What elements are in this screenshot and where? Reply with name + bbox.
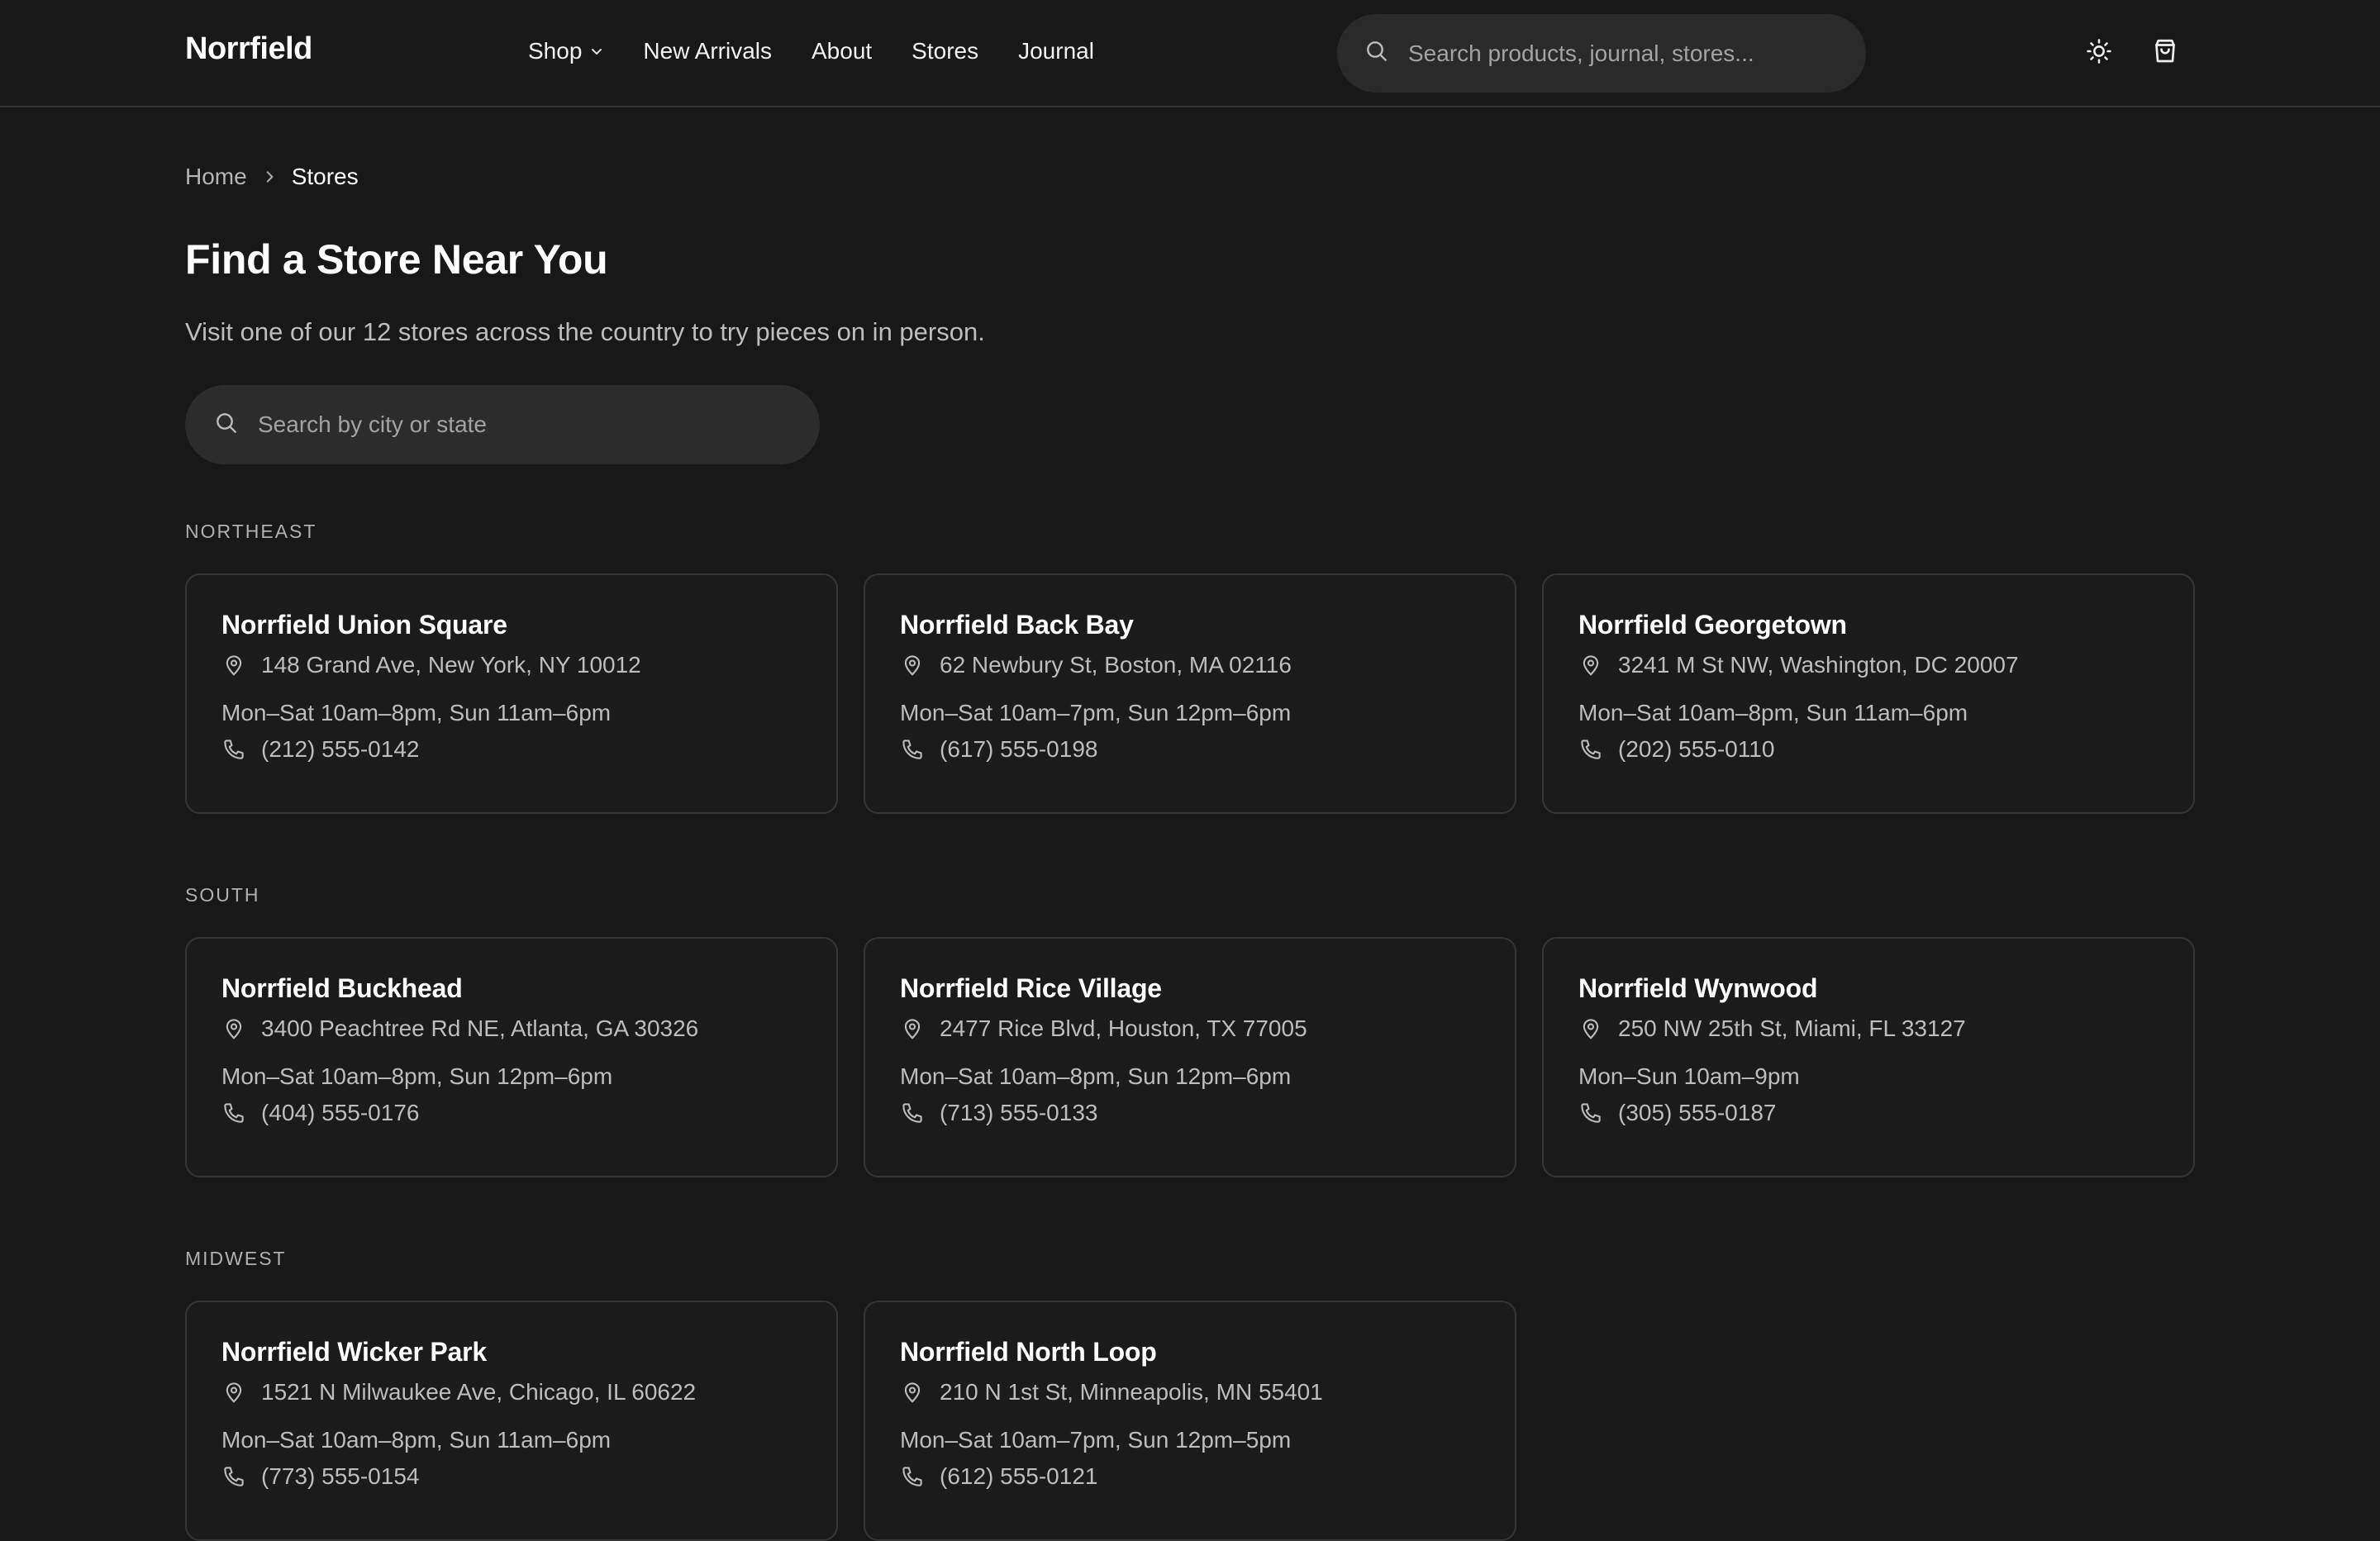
store-name: Norrfield Rice Village: [900, 973, 1162, 1003]
chevron-down-icon: [590, 45, 603, 58]
map-pin-icon: [221, 1380, 250, 1405]
store-phone[interactable]: (305) 555-0187: [1618, 1100, 1776, 1126]
store-search[interactable]: [185, 385, 820, 464]
region-label-northeast: NORTHEAST: [185, 521, 317, 542]
global-search[interactable]: [1337, 14, 1866, 93]
store-hours: Mon–Sat 10am–7pm, Sun 12pm–5pm: [900, 1427, 1292, 1453]
store-card[interactable]: Norrfield Union Square 148 Grand Ave, Ne…: [185, 573, 838, 814]
store-address: 250 NW 25th St, Miami, FL 33127: [1618, 1015, 1966, 1041]
store-name: Norrfield Georgetown: [1578, 610, 1847, 640]
store-phone[interactable]: (773) 555-0154: [261, 1463, 419, 1490]
store-hours: Mon–Sat 10am–8pm, Sun 11am–6pm: [221, 700, 612, 725]
store-address: 3400 Peachtree Rd NE, Atlanta, GA 30326: [261, 1015, 699, 1041]
nav-item-label: About: [812, 38, 873, 64]
phone-icon: [221, 1464, 250, 1489]
map-pin-icon: [221, 653, 250, 678]
store-card[interactable]: Norrfield Buckhead 3400 Peachtree Rd NE,…: [185, 937, 838, 1177]
store-address: 3241 M St NW, Washington, DC 20007: [1618, 652, 2019, 678]
store-name: Norrfield North Loop: [900, 1337, 1157, 1367]
region-label-south: SOUTH: [185, 884, 260, 906]
phone-icon: [900, 1101, 928, 1125]
store-phone[interactable]: (212) 555-0142: [261, 736, 419, 763]
store-card[interactable]: Norrfield North Loop 210 N 1st St, Minne…: [864, 1301, 1516, 1541]
store-address: 1521 N Milwaukee Ave, Chicago, IL 60622: [261, 1379, 697, 1405]
store-name: Norrfield Back Bay: [900, 610, 1134, 640]
nav-item-label: New Arrivals: [643, 38, 772, 64]
store-name: Norrfield Union Square: [221, 610, 507, 640]
cart-button[interactable]: [2149, 36, 2182, 69]
map-pin-icon: [221, 1016, 250, 1041]
phone-icon: [1578, 737, 1606, 762]
store-name: Norrfield Wicker Park: [221, 1337, 487, 1367]
store-card[interactable]: Norrfield Wicker Park 1521 N Milwaukee A…: [185, 1301, 838, 1541]
logo[interactable]: Norrfield: [185, 31, 312, 67]
breadcrumb-current: Stores: [291, 164, 359, 189]
store-card[interactable]: Norrfield Rice Village 2477 Rice Blvd, H…: [864, 937, 1516, 1177]
store-hours: Mon–Sat 10am–8pm, Sun 12pm–6pm: [900, 1063, 1292, 1089]
phone-icon: [221, 1101, 250, 1125]
nav-item-label: Shop: [528, 38, 583, 64]
shopping-bag-icon: [2150, 36, 2180, 70]
search-icon: [213, 410, 240, 440]
store-name: Norrfield Wynwood: [1578, 973, 1818, 1003]
breadcrumb-home-link[interactable]: Home: [185, 164, 247, 190]
sun-icon: [2085, 37, 2113, 69]
nav-item-label: Stores: [912, 38, 979, 64]
map-pin-icon: [1578, 653, 1606, 678]
store-address: 210 N 1st St, Minneapolis, MN 55401: [940, 1379, 1323, 1405]
store-address: 2477 Rice Blvd, Houston, TX 77005: [940, 1015, 1307, 1041]
store-hours: Mon–Sat 10am–8pm, Sun 12pm–6pm: [221, 1063, 613, 1089]
store-card[interactable]: Norrfield Georgetown 3241 M St NW, Washi…: [1542, 573, 2195, 814]
map-pin-icon: [900, 1016, 928, 1041]
nav-item-shop[interactable]: Shop: [528, 38, 603, 64]
phone-icon: [900, 737, 928, 762]
map-pin-icon: [900, 653, 928, 678]
store-address: 62 Newbury St, Boston, MA 02116: [940, 652, 1292, 678]
store-card[interactable]: Norrfield Back Bay 62 Newbury St, Boston…: [864, 573, 1516, 814]
search-icon: [1364, 38, 1390, 69]
theme-toggle-button[interactable]: [2082, 36, 2116, 69]
store-hours: Mon–Sat 10am–8pm, Sun 11am–6pm: [1578, 700, 1968, 725]
phone-icon: [1578, 1101, 1606, 1125]
store-card[interactable]: Norrfield Wynwood 250 NW 25th St, Miami,…: [1542, 937, 2195, 1177]
main-nav: Shop New Arrivals About Stores Journal: [528, 38, 1134, 64]
site-header: Norrfield Shop New Arrivals About Stores…: [0, 0, 2380, 107]
nav-item-about[interactable]: About: [812, 38, 872, 64]
page-title: Find a Store Near You: [185, 236, 608, 283]
map-pin-icon: [1578, 1016, 1606, 1041]
store-phone[interactable]: (404) 555-0176: [261, 1100, 419, 1126]
region-label-midwest: MIDWEST: [185, 1248, 287, 1269]
store-hours: Mon–Sat 10am–8pm, Sun 11am–6pm: [221, 1427, 612, 1453]
store-phone[interactable]: (202) 555-0110: [1618, 736, 1774, 763]
nav-item-stores[interactable]: Stores: [912, 38, 978, 64]
store-hours: Mon–Sun 10am–9pm: [1578, 1063, 1800, 1089]
phone-icon: [221, 737, 250, 762]
nav-item-journal[interactable]: Journal: [1018, 38, 1094, 64]
phone-icon: [900, 1464, 928, 1489]
nav-item-label: Journal: [1018, 38, 1094, 64]
map-pin-icon: [900, 1380, 928, 1405]
store-phone[interactable]: (617) 555-0198: [940, 736, 1097, 763]
global-search-input[interactable]: [1408, 40, 1838, 67]
store-name: Norrfield Buckhead: [221, 973, 463, 1003]
store-search-input[interactable]: [258, 411, 688, 438]
page-subtitle: Visit one of our 12 stores across the co…: [185, 317, 985, 346]
store-hours: Mon–Sat 10am–7pm, Sun 12pm–6pm: [900, 700, 1292, 725]
store-phone[interactable]: (612) 555-0121: [940, 1463, 1097, 1490]
chevron-right-icon: [262, 169, 277, 184]
store-address: 148 Grand Ave, New York, NY 10012: [261, 652, 641, 678]
store-phone[interactable]: (713) 555-0133: [940, 1100, 1097, 1126]
nav-item-new-arrivals[interactable]: New Arrivals: [643, 38, 772, 64]
breadcrumb: Home Stores: [185, 164, 359, 190]
